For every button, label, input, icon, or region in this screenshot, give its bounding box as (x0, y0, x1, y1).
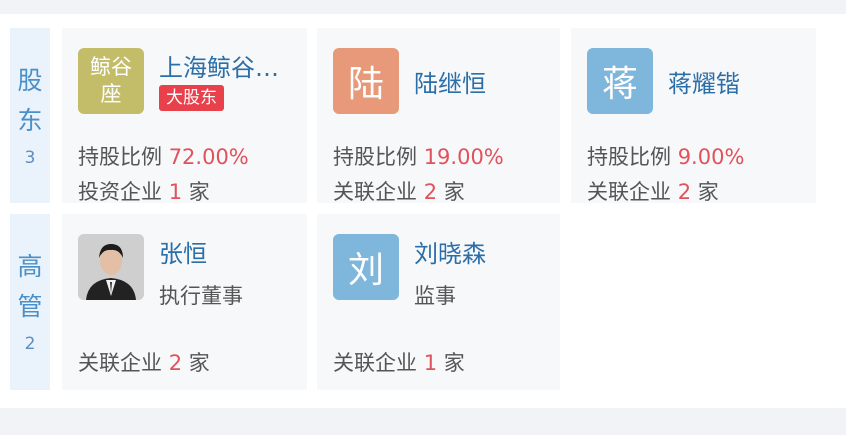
related-label: 关联企业 (78, 351, 162, 375)
unit-label: 家 (443, 351, 465, 375)
person-photo (78, 234, 144, 300)
executive-role: 执行董事 (159, 284, 243, 308)
related-count: 2 (423, 180, 438, 204)
shareholder-card[interactable]: 陆 陆继恒 持股比例 19.00% 关联企业 2 家 (317, 28, 560, 206)
company-avatar: 鲸谷 座 (78, 48, 144, 114)
person-photo-icon (78, 234, 144, 300)
related-company-line[interactable]: 关联企业 2 家 (78, 347, 210, 377)
related-company-line[interactable]: 关联企业 2 家 (587, 176, 719, 206)
ratio-label: 持股比例 (333, 145, 417, 169)
related-label: 关联企业 (333, 180, 417, 204)
investment-line[interactable]: 投资企业 1 家 (78, 176, 210, 206)
related-label: 关联企业 (333, 351, 417, 375)
share-ratio-line: 持股比例 72.00% (78, 141, 249, 171)
executive-role: 监事 (414, 284, 456, 308)
shareholder-card[interactable]: 蒋 蒋耀锴 持股比例 9.00% 关联企业 2 家 (571, 28, 816, 206)
unit-label: 家 (443, 180, 465, 204)
executive-count: 2 (24, 334, 36, 354)
share-ratio-line: 持股比例 19.00% (333, 141, 504, 171)
major-shareholder-badge: 大股东 (159, 85, 224, 111)
ratio-value: 19.00% (423, 145, 504, 169)
ratio-label: 持股比例 (78, 145, 162, 169)
ratio-value: 72.00% (168, 145, 249, 169)
section-char: 东 (17, 105, 43, 135)
unit-label: 家 (188, 351, 210, 375)
unit-label: 家 (697, 180, 719, 204)
shareholder-name[interactable]: 蒋耀锴 (668, 64, 740, 99)
company-members-panel: 股 东 3 高 管 2 鲸谷 座 上海鲸谷… 大股东 持股比例 72.00% 投… (0, 14, 846, 408)
ratio-value: 9.00% (677, 145, 745, 169)
executive-name[interactable]: 张恒 (159, 234, 207, 269)
related-count: 2 (168, 351, 183, 375)
executives-section-tag: 高 管 2 (10, 214, 50, 390)
section-char: 管 (17, 292, 43, 321)
related-count: 1 (423, 351, 438, 375)
shareholder-count: 3 (24, 147, 36, 168)
executive-name[interactable]: 刘晓森 (414, 234, 486, 269)
related-count: 2 (677, 180, 692, 204)
avatar-text: 鲸谷 (90, 55, 132, 79)
share-ratio-line: 持股比例 9.00% (587, 141, 744, 171)
unit-label: 家 (188, 180, 210, 204)
person-avatar: 陆 (333, 48, 399, 114)
shareholder-name[interactable]: 陆继恒 (414, 64, 486, 99)
related-company-line[interactable]: 关联企业 1 家 (333, 347, 465, 377)
person-avatar: 刘 (333, 234, 399, 300)
section-char: 股 (17, 65, 43, 95)
person-avatar: 蒋 (587, 48, 653, 114)
executive-card[interactable]: 张恒 执行董事 关联企业 2 家 (62, 214, 307, 390)
investment-count: 1 (168, 180, 183, 204)
section-char: 高 (17, 252, 43, 281)
related-company-line[interactable]: 关联企业 2 家 (333, 176, 465, 206)
investment-label: 投资企业 (78, 180, 162, 204)
executive-card[interactable]: 刘 刘晓森 监事 关联企业 1 家 (317, 214, 560, 390)
shareholders-section-tag: 股 东 3 (10, 28, 50, 203)
related-label: 关联企业 (587, 180, 671, 204)
avatar-text: 座 (100, 82, 122, 106)
shareholder-name[interactable]: 上海鲸谷… (159, 48, 279, 83)
shareholder-card[interactable]: 鲸谷 座 上海鲸谷… 大股东 持股比例 72.00% 投资企业 1 家 (62, 28, 307, 206)
ratio-label: 持股比例 (587, 145, 671, 169)
